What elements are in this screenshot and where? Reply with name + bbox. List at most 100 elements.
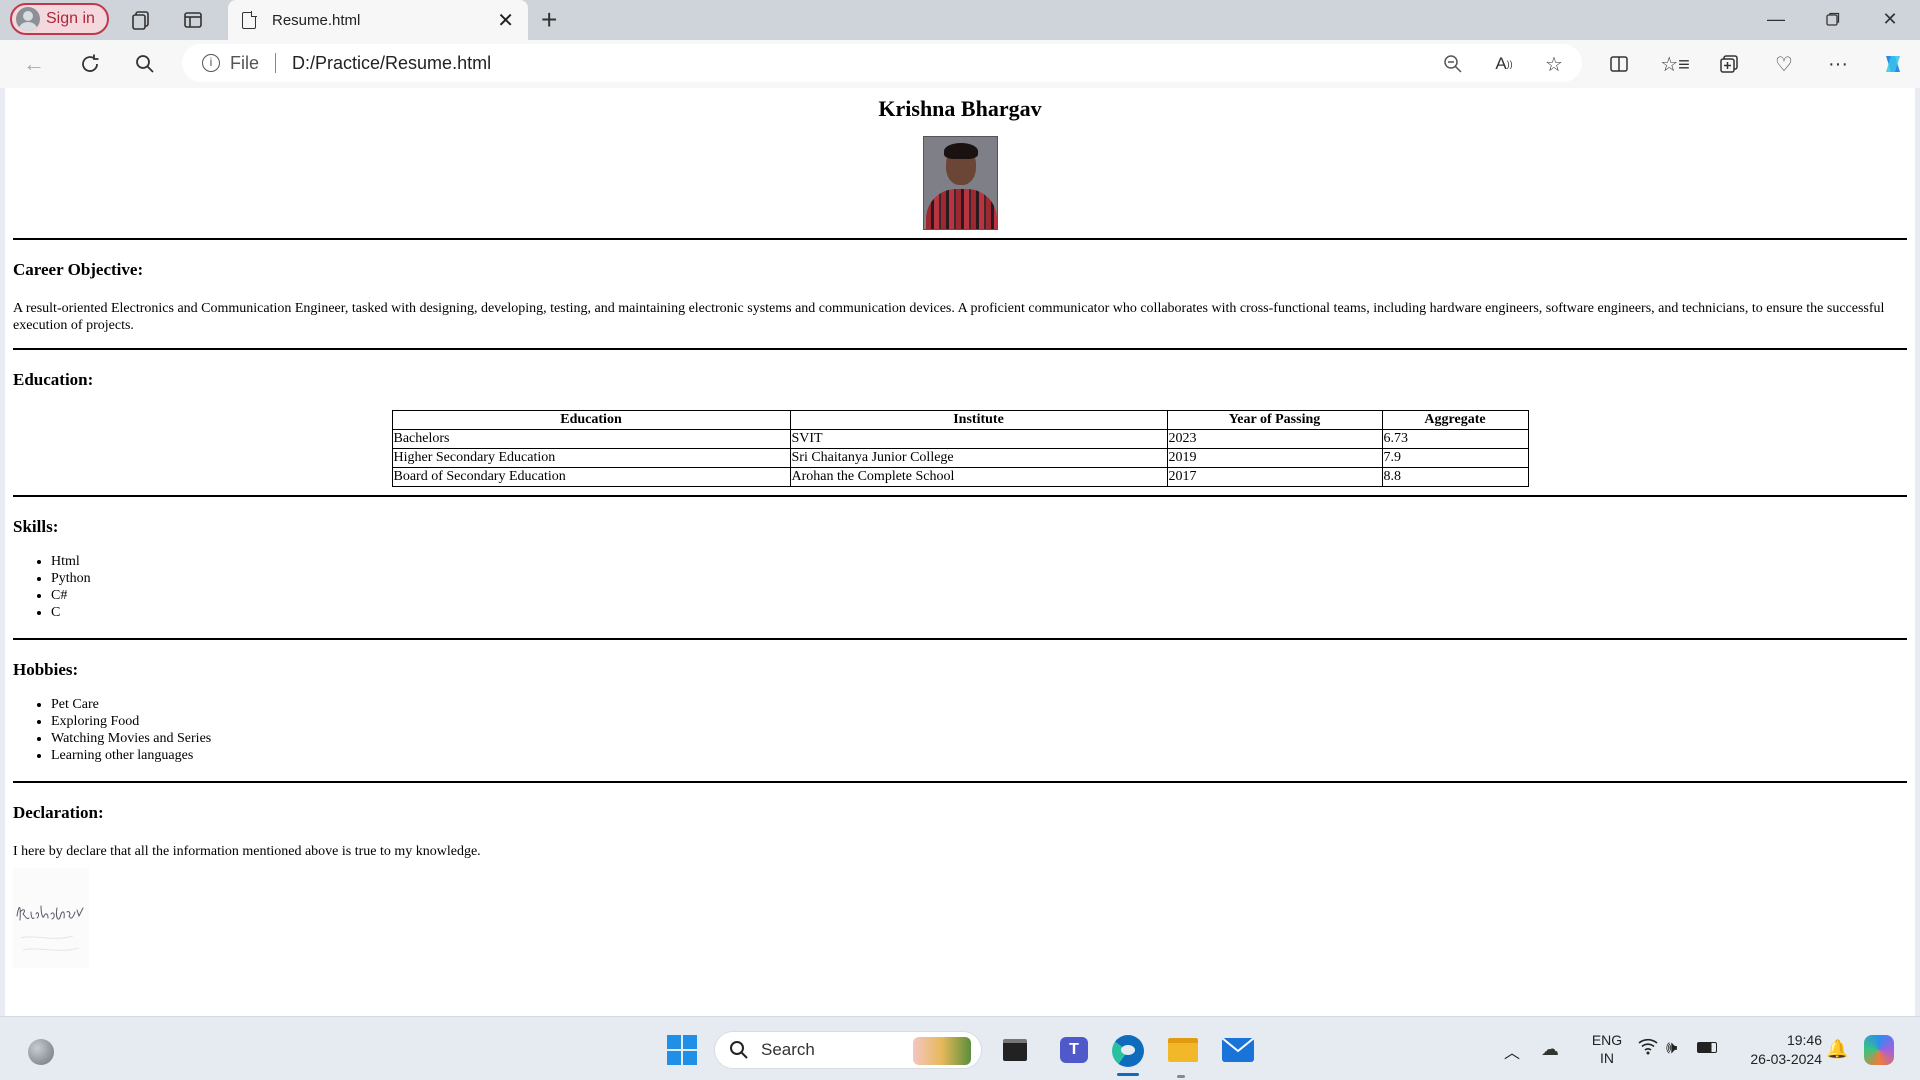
table-cell: SVIT [789, 429, 1168, 449]
table-cell: Sri Chaitanya Junior College [789, 448, 1168, 468]
teams-icon[interactable]: T [1060, 1037, 1088, 1063]
list-item: Python [51, 570, 1907, 587]
list-item: Pet Care [51, 696, 1907, 713]
education-heading: Education: [13, 370, 94, 389]
edge-browser-icon[interactable] [1112, 1035, 1144, 1067]
tab-resume[interactable]: Resume.html ✕ [228, 0, 528, 40]
table-cell: 2023 [1166, 429, 1383, 449]
site-info-icon[interactable]: i [202, 54, 220, 72]
column-header: Aggregate [1381, 410, 1529, 430]
browser-tab-bar: Sign in Resume.html ✕ + — ✕ [0, 0, 1920, 40]
declaration-text: I here by declare that all the informati… [13, 844, 481, 859]
skills-heading: Skills: [13, 517, 59, 536]
taskbar: Search T ︿ ☁ ENG IN 🕪 19:46 26-03-2024 🔔 [0, 1016, 1920, 1080]
hobbies-list: Pet Care Exploring Food Watching Movies … [51, 696, 1907, 764]
skills-list: Html Python C# C [51, 553, 1907, 621]
table-cell: 2017 [1166, 467, 1383, 487]
sign-in-label: Sign in [46, 10, 95, 27]
app-running-indicator [1177, 1075, 1185, 1078]
widgets-icon[interactable] [28, 1039, 54, 1065]
education-table: Education Institute Year of Passing Aggr… [391, 410, 1529, 487]
new-tab-button[interactable]: + [541, 4, 557, 36]
close-window-button[interactable]: ✕ [1870, 4, 1910, 34]
task-view-icon[interactable] [1003, 1039, 1027, 1061]
resume-name: Krishna Bhargav [878, 96, 1042, 121]
table-cell: Bachelors [391, 429, 791, 449]
section-divider [13, 781, 1907, 783]
table-cell: 7.9 [1381, 448, 1529, 468]
table-cell: Higher Secondary Education [391, 448, 791, 468]
sign-in-button[interactable]: Sign in [10, 3, 109, 35]
mail-icon[interactable] [1222, 1038, 1254, 1062]
active-app-indicator [1117, 1073, 1139, 1076]
read-aloud-icon[interactable]: A)) [1492, 52, 1516, 76]
split-screen-icon[interactable] [1607, 52, 1631, 76]
show-hidden-icons-chevron-icon[interactable]: ︿ [1504, 1039, 1520, 1063]
start-button[interactable] [667, 1035, 697, 1065]
profile-icon [16, 7, 40, 31]
resume-page: Krishna Bhargav Career Objective: A resu… [5, 96, 1915, 968]
list-item: Html [51, 553, 1907, 570]
volume-icon[interactable]: 🕪 [1666, 1037, 1677, 1058]
zoom-out-icon[interactable] [1441, 52, 1465, 76]
table-cell: Arohan the Complete School [789, 467, 1168, 487]
minimize-button[interactable]: — [1756, 4, 1796, 34]
url-text[interactable]: D:/Practice/Resume.html [292, 53, 491, 74]
taskbar-search[interactable]: Search [714, 1031, 982, 1069]
signature-image [13, 868, 89, 968]
collections-icon[interactable] [1717, 52, 1741, 76]
favorites-icon[interactable]: ☆≡ [1660, 52, 1690, 76]
declaration-heading: Declaration: [13, 803, 104, 822]
table-cell: 8.8 [1381, 467, 1529, 487]
clock-time: 19:46 [1786, 1032, 1822, 1048]
career-objective-text: A result-oriented Electronics and Commun… [13, 301, 1885, 333]
more-options-icon[interactable]: ··· [1826, 52, 1850, 76]
workspaces-icon[interactable] [129, 8, 153, 32]
back-icon[interactable]: ← [22, 51, 46, 76]
career-objective-heading: Career Objective: [13, 260, 144, 279]
list-item: Learning other languages [51, 747, 1907, 764]
table-cell: 2019 [1166, 448, 1383, 468]
copilot-taskbar-icon[interactable] [1864, 1035, 1894, 1065]
list-item: C [51, 604, 1907, 621]
table-row: Bachelors SVIT 2023 6.73 [391, 429, 1529, 449]
list-item: Watching Movies and Series [51, 730, 1907, 747]
region-code: IN [1600, 1050, 1614, 1066]
file-explorer-icon[interactable] [1168, 1038, 1198, 1062]
close-tab-icon[interactable]: ✕ [497, 8, 514, 33]
hobbies-heading: Hobbies: [13, 660, 79, 679]
language-code: ENG [1591, 1032, 1623, 1048]
profile-photo [922, 136, 998, 230]
favorite-star-icon[interactable]: ☆ [1542, 52, 1566, 76]
refresh-icon[interactable] [78, 52, 102, 76]
browser-toolbar: ← i File D:/Practice/Resume.html A)) ☆ ☆… [0, 40, 1920, 88]
notifications-bell-icon[interactable]: 🔔 [1826, 1039, 1848, 1060]
onedrive-icon[interactable]: ☁ [1541, 1039, 1559, 1060]
page-viewport: Krishna Bhargav Career Objective: A resu… [5, 88, 1915, 1016]
clock-date: 26-03-2024 [1750, 1051, 1822, 1067]
table-cell: 6.73 [1381, 429, 1529, 449]
column-header: Institute [789, 410, 1168, 430]
list-item: C# [51, 587, 1907, 604]
column-header: Year of Passing [1166, 410, 1383, 430]
page-icon [242, 10, 257, 29]
battery-icon[interactable] [1697, 1042, 1717, 1053]
table-cell: Board of Secondary Education [391, 467, 791, 487]
tab-title: Resume.html [272, 11, 361, 29]
table-row: Higher Secondary Education Sri Chaitanya… [391, 448, 1529, 468]
wifi-icon[interactable] [1638, 1037, 1658, 1060]
section-divider [13, 638, 1907, 640]
vertical-tabs-icon[interactable] [181, 8, 205, 32]
photo-shirt [925, 189, 997, 229]
restore-button[interactable] [1813, 4, 1853, 34]
copilot-icon[interactable] [1881, 52, 1905, 76]
language-indicator[interactable]: ENG IN [1585, 1031, 1629, 1067]
section-divider [13, 348, 1907, 350]
clock[interactable]: 19:46 26-03-2024 [1722, 1031, 1822, 1069]
address-scheme-label: File [230, 52, 260, 73]
search-icon[interactable] [133, 52, 157, 76]
address-bar[interactable]: i File D:/Practice/Resume.html [182, 44, 1582, 82]
browser-essentials-icon[interactable]: ♡ [1772, 52, 1796, 76]
search-icon [730, 1041, 748, 1059]
table-header-row: Education Institute Year of Passing Aggr… [391, 410, 1529, 430]
